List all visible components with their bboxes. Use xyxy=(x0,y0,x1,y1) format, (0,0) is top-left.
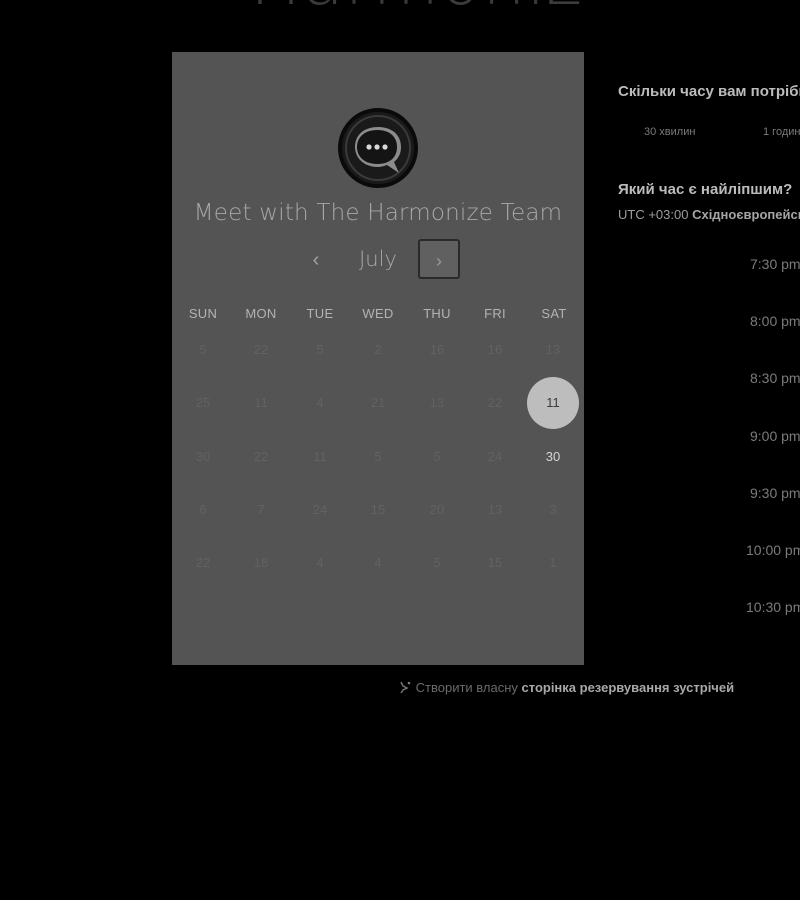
prev-month-button[interactable]: ‹ xyxy=(304,247,328,273)
calendar-day: 18 xyxy=(253,555,269,570)
weekday-label: MON xyxy=(245,306,277,321)
timezone-offset: UTC +03:00 xyxy=(618,207,689,222)
duration-question: Скільки часу вам потрібно? xyxy=(618,83,800,100)
page-heading: Harmoniz xyxy=(250,0,583,21)
next-month-button[interactable]: › xyxy=(418,239,460,279)
team-title: Meet with The Harmonize Team xyxy=(193,200,563,226)
timezone-label[interactable]: UTC +03:00 Східноєвропейський час xyxy=(618,207,800,222)
calendar-day: 30 xyxy=(195,449,211,464)
calendar-day-available[interactable]: 30 xyxy=(527,431,579,483)
time-slot[interactable]: 10:00 pm xyxy=(746,542,800,558)
calendar-day: 7 xyxy=(257,502,265,517)
month-navigation: ‹ July › xyxy=(172,239,584,281)
page-root: Harmoniz Meet with The Harmonize Team ‹ … xyxy=(0,0,800,900)
calendar-day: 24 xyxy=(487,449,503,464)
calendar-day: 22 xyxy=(253,342,269,357)
time-slot[interactable]: 7:30 pm xyxy=(750,256,800,272)
calendar-day: 2 xyxy=(374,342,382,357)
calendar-day: 5 xyxy=(316,342,324,357)
time-question: Який час є найліпшим? xyxy=(618,181,793,198)
calendar-day: 1 xyxy=(549,555,557,570)
time-slot[interactable]: 8:30 pm xyxy=(750,370,800,386)
duration-option-1hour[interactable]: 1 година xyxy=(763,126,800,138)
duration-option-30min[interactable]: 30 хвилин xyxy=(644,126,695,138)
weekday-label: THU xyxy=(423,306,451,321)
calendar-day: 11 xyxy=(313,449,327,464)
booking-panel: Meet with The Harmonize Team ‹ July › SU… xyxy=(172,52,584,665)
calendar-day: 16 xyxy=(429,342,445,357)
calendar-day: 3 xyxy=(549,502,557,517)
calendar-day: 21 xyxy=(370,395,386,410)
calendar-day: 11 xyxy=(254,395,268,410)
weekday-label: FRI xyxy=(484,306,506,321)
calendar-day: 16 xyxy=(487,342,503,357)
calendar-day: 5 xyxy=(199,342,207,357)
calendar-day: 22 xyxy=(253,449,269,464)
month-label: July xyxy=(359,247,397,271)
calendar-day: 4 xyxy=(316,395,324,410)
calendar-day: 4 xyxy=(374,555,382,570)
create-page-footer: Створити власну сторінка резервування зу… xyxy=(398,680,734,695)
time-slot[interactable]: 9:00 pm xyxy=(750,428,800,444)
calendar-day: 25 xyxy=(195,395,211,410)
calendar-day: 13 xyxy=(545,342,561,357)
calendar-day: 15 xyxy=(487,555,503,570)
calendar-day: 20 xyxy=(429,502,445,517)
calendar-day: 22 xyxy=(487,395,503,410)
weekday-label: SUN xyxy=(188,306,218,321)
calendar-day: 5 xyxy=(433,449,441,464)
sparkle-icon xyxy=(400,681,411,694)
weekday-label: SAT xyxy=(541,306,567,321)
timezone-name: Східноєвропейський час xyxy=(692,207,800,222)
calendar-day: 5 xyxy=(433,555,441,570)
calendar-day: 13 xyxy=(487,502,503,517)
weekday-label: WED xyxy=(362,306,394,321)
footer-prefix: Створити власну xyxy=(415,680,518,695)
time-slot[interactable]: 8:00 pm xyxy=(750,313,800,329)
create-booking-page-link[interactable]: сторінка резервування зустрічей xyxy=(522,680,735,695)
calendar-day: 6 xyxy=(199,502,207,517)
calendar-day-selected[interactable]: 11 xyxy=(527,377,579,429)
calendar-day: 24 xyxy=(312,502,328,517)
calendar-day: 4 xyxy=(316,555,324,570)
time-slot[interactable]: 10:30 pm xyxy=(746,599,800,615)
calendar-day: 22 xyxy=(195,555,211,570)
calendar-day: 15 xyxy=(370,502,386,517)
weekday-label: TUE xyxy=(306,306,334,321)
time-slot[interactable]: 9:30 pm xyxy=(750,485,800,501)
chat-bubble-icon xyxy=(338,108,418,188)
calendar-day: 13 xyxy=(429,395,445,410)
calendar-day: 5 xyxy=(374,449,382,464)
